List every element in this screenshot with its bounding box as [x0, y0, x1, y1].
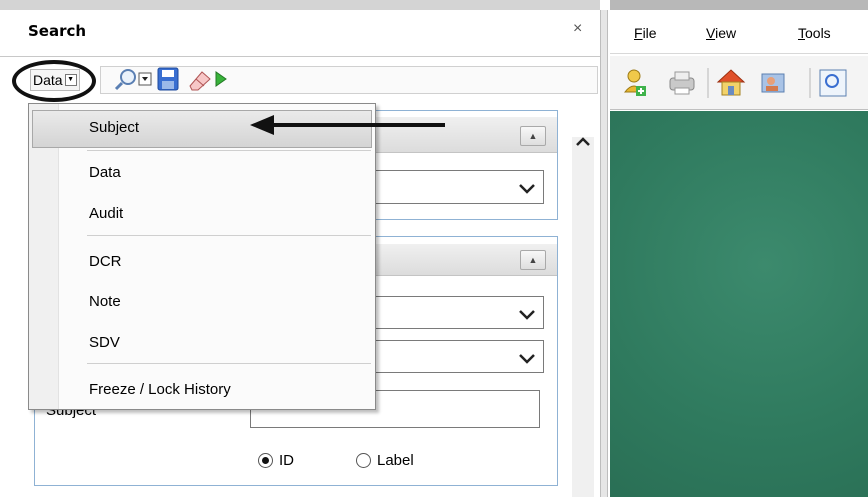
- screen: Search × Data ▼ ▲ ▲ Subject ID Label Fil…: [0, 0, 868, 497]
- radio-id[interactable]: ID: [258, 452, 294, 469]
- add-user-icon[interactable]: [623, 69, 646, 96]
- radio-label-label: Label: [377, 452, 414, 469]
- menu-file[interactable]: File: [634, 25, 657, 41]
- menu-separator: [87, 150, 371, 151]
- left-pane-top-strip: [0, 0, 600, 10]
- user-card-icon[interactable]: [761, 73, 785, 93]
- menu-item-note[interactable]: Note: [89, 293, 121, 310]
- menu-tools[interactable]: Tools: [798, 25, 831, 41]
- menu-item-subject[interactable]: Subject: [89, 119, 139, 136]
- divider: [0, 56, 600, 57]
- chevron-down-icon: [519, 310, 535, 320]
- radio-id-label: ID: [279, 452, 294, 469]
- run-icon[interactable]: [215, 71, 227, 87]
- menu-file-accel: F: [634, 25, 643, 41]
- chevron-down-icon: [519, 354, 535, 364]
- print-icon[interactable]: [669, 71, 695, 95]
- menu-tools-accel: T: [798, 25, 805, 41]
- menu-view-accel: V: [706, 25, 716, 41]
- chevron-down-icon: [519, 184, 535, 194]
- menu-separator: [87, 235, 371, 236]
- menu-gutter: [29, 104, 59, 409]
- menu-item-sdv[interactable]: SDV: [89, 334, 120, 351]
- save-icon[interactable]: [157, 67, 179, 91]
- home-icon[interactable]: [716, 69, 746, 96]
- menu-tools-rest: ools: [805, 25, 831, 41]
- app-toolbar-icons: [623, 68, 847, 98]
- menu-separator: [87, 363, 371, 364]
- eraser-icon[interactable]: [189, 71, 211, 91]
- menu-item-data[interactable]: Data: [89, 164, 121, 181]
- chevron-down-icon[interactable]: [138, 72, 152, 86]
- right-pane-top-strip: [610, 0, 868, 10]
- menu-file-rest: ile: [642, 25, 657, 41]
- close-icon[interactable]: ×: [573, 20, 582, 38]
- vertical-scrollbar[interactable]: [572, 137, 594, 497]
- callout-circle: [12, 60, 96, 102]
- menu-item-dcr[interactable]: DCR: [89, 253, 122, 270]
- pane-splitter[interactable]: [600, 10, 608, 497]
- search-pane-title: Search: [28, 22, 87, 40]
- scroll-up-icon[interactable]: [574, 133, 592, 151]
- search-type-menu: Subject Data Audit DCR Note SDV Freeze /…: [28, 103, 376, 410]
- radio-button-id[interactable]: [258, 453, 273, 468]
- find-icon[interactable]: [819, 69, 847, 97]
- zoom-search-icon[interactable]: [114, 69, 136, 91]
- menu-item-freeze-lock-history[interactable]: Freeze / Lock History: [89, 381, 231, 398]
- collapse-up-icon[interactable]: ▲: [520, 126, 546, 146]
- radio-label[interactable]: Label: [356, 452, 414, 469]
- callout-arrow: [250, 115, 445, 135]
- app-workspace: [610, 111, 868, 497]
- radio-button-label[interactable]: [356, 453, 371, 468]
- menu-item-audit[interactable]: Audit: [89, 205, 123, 222]
- collapse-up-icon[interactable]: ▲: [520, 250, 546, 270]
- menu-view-rest: iew: [715, 25, 737, 41]
- menu-view[interactable]: View: [706, 25, 736, 41]
- search-toolbar-icons: [114, 67, 227, 91]
